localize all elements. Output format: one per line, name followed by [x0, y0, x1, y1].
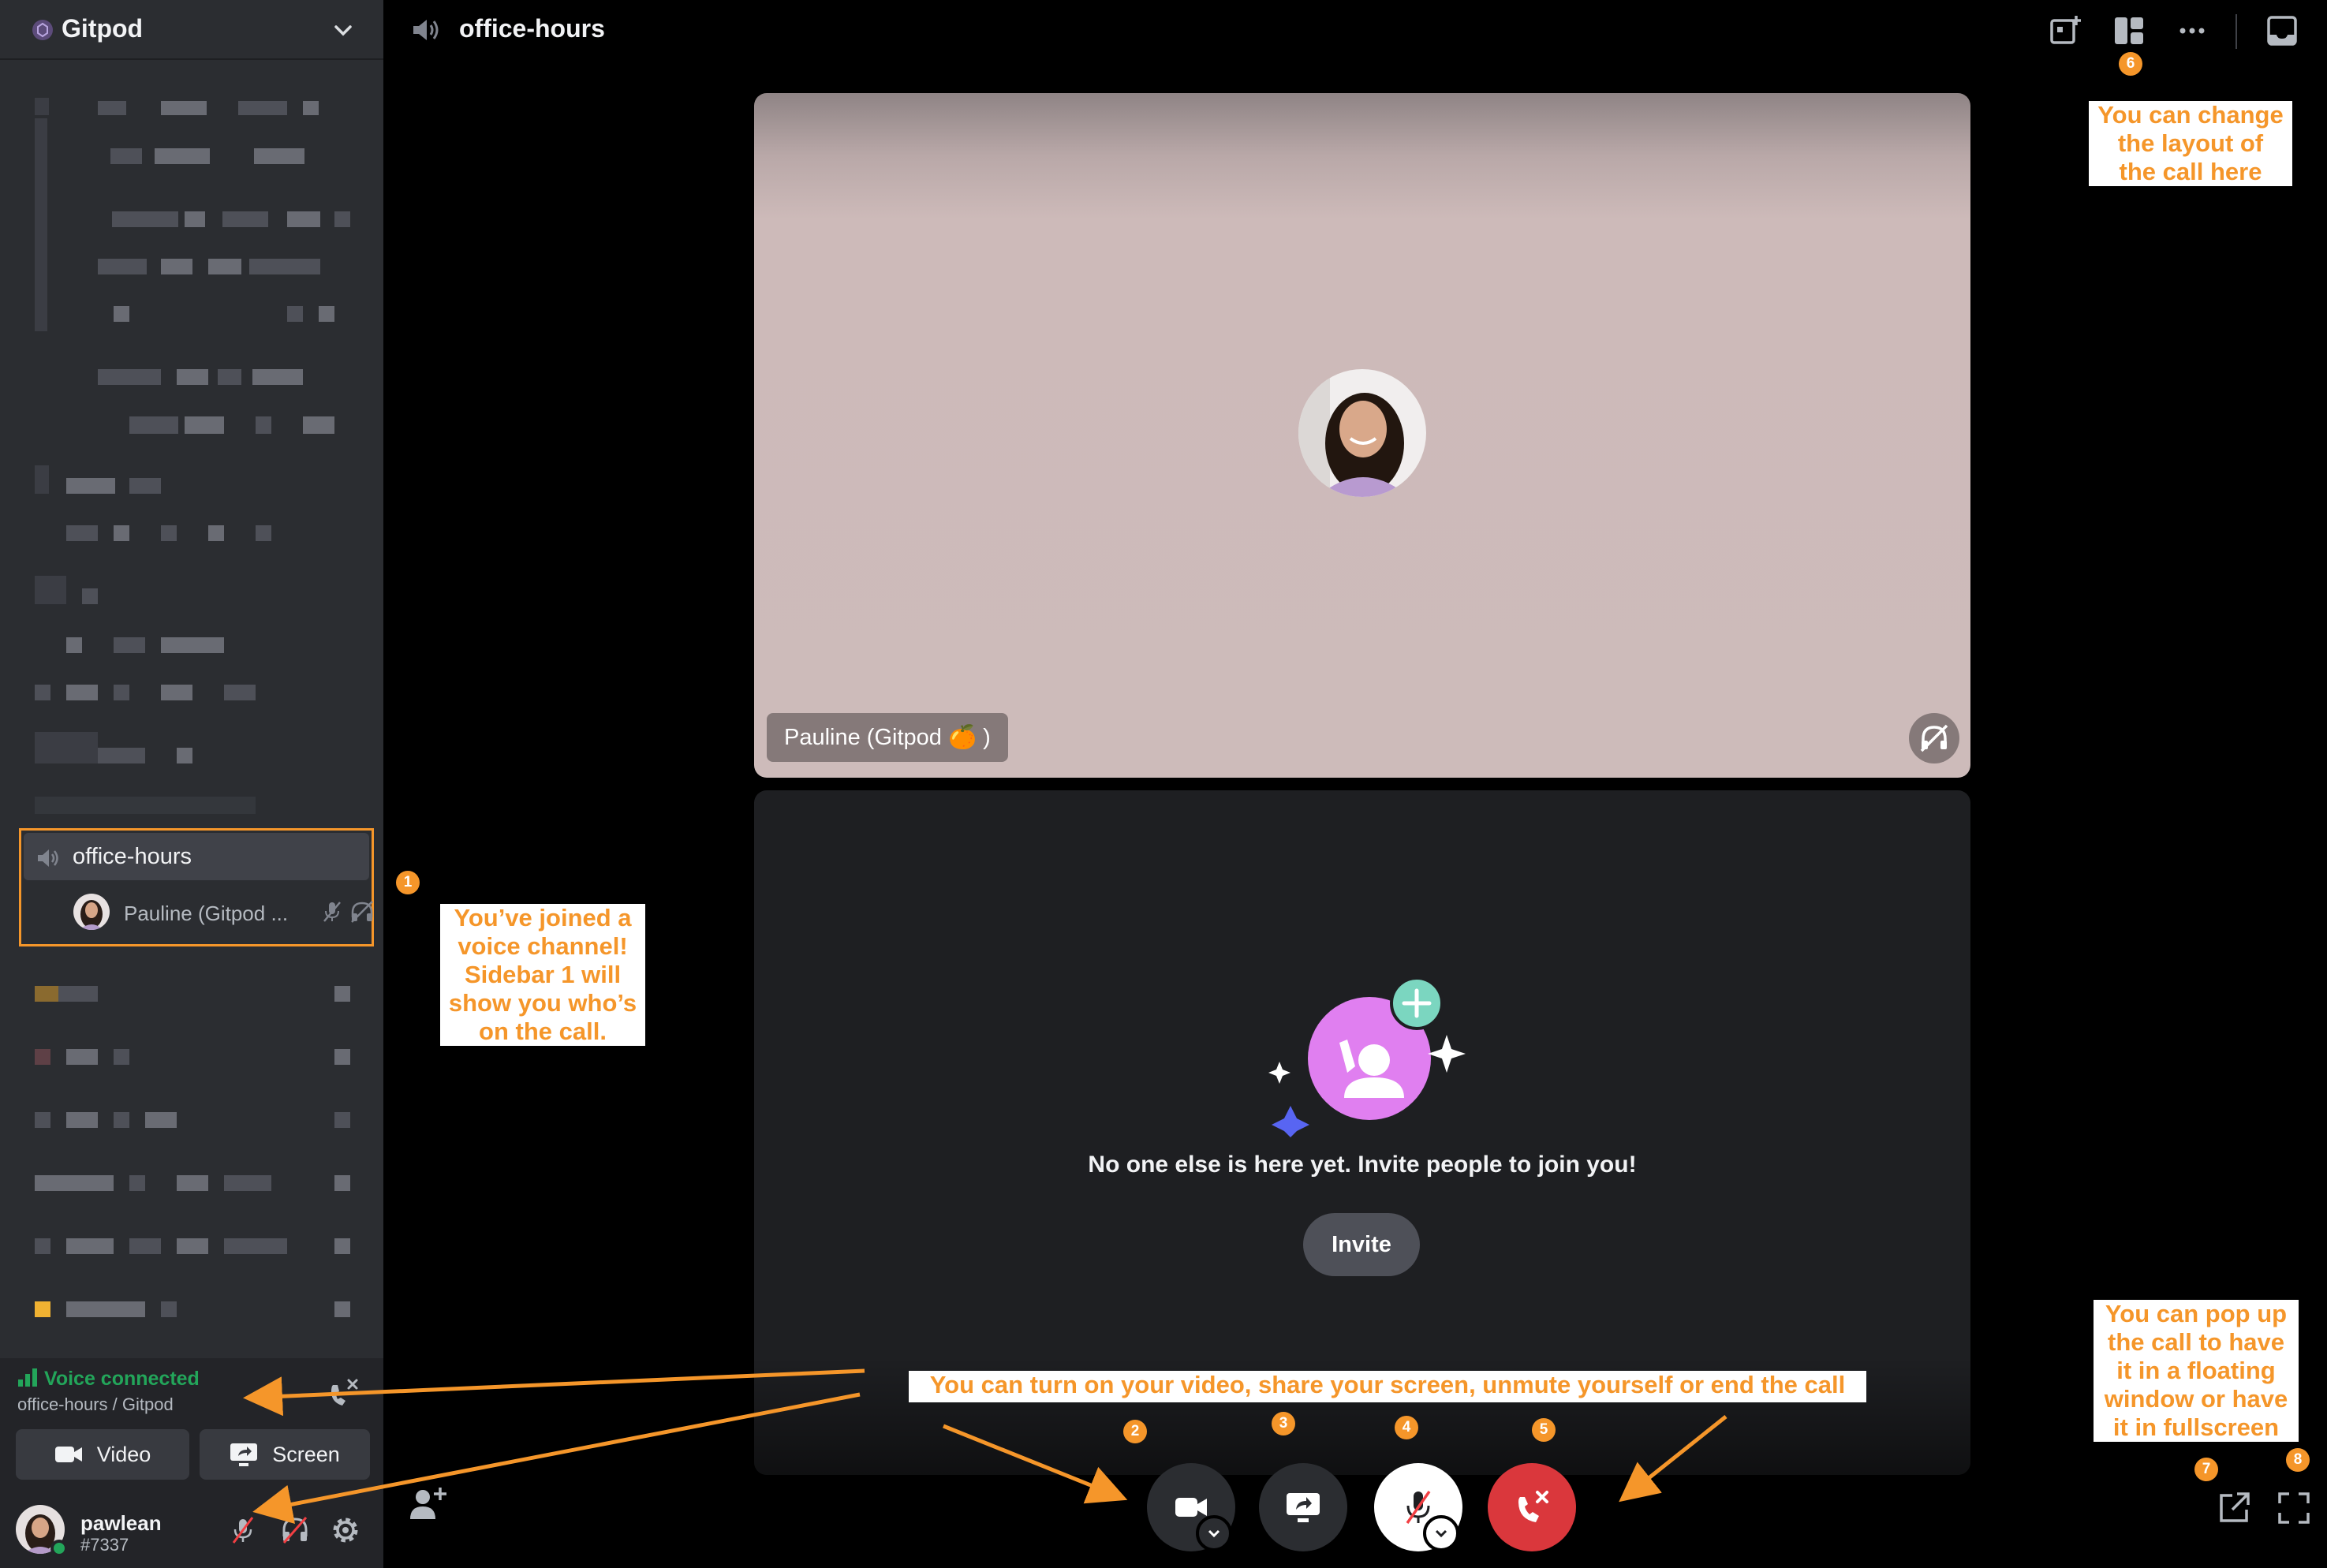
end-call-icon: [1518, 1491, 1548, 1522]
annotation-line: the call here: [2095, 158, 2286, 186]
mic-toggle-button[interactable]: [1374, 1463, 1462, 1551]
chevron-down-icon[interactable]: [331, 19, 355, 43]
gitpod-logo-icon: [32, 20, 53, 40]
mic-muted-icon[interactable]: [227, 1514, 259, 1546]
annotation-line: You can change: [2095, 101, 2286, 129]
annotation-line: Sidebar 1 will: [446, 961, 639, 989]
camera-toggle-button[interactable]: [1147, 1463, 1235, 1551]
voice-member-name: Pauline (Gitpod ...: [124, 902, 289, 925]
screen-button-label: Screen: [272, 1442, 340, 1466]
participant-tile[interactable]: Pauline (Gitpod 🍊 ): [754, 93, 1970, 778]
voice-channel-office-hours[interactable]: office-hours: [24, 833, 369, 880]
inbox-icon[interactable]: [2264, 13, 2300, 49]
server-name: Gitpod: [62, 14, 144, 43]
annotation-badge: 4: [1395, 1416, 1418, 1439]
annotation-badge: 1: [396, 871, 420, 894]
annotation-line: You’ve joined a: [446, 904, 639, 932]
invite-button[interactable]: Invite: [1303, 1213, 1420, 1276]
video-button[interactable]: Video: [16, 1429, 189, 1480]
channel-sidebar: Gitpod office-hours Pauline (Gitpod ... …: [0, 0, 383, 1568]
user-panel: pawlean #7337: [0, 1491, 383, 1568]
annotation-line: show you who’s: [446, 989, 639, 1017]
annotation-badge: 8: [2286, 1448, 2310, 1472]
channel-title: office-hours: [459, 14, 605, 43]
avatar: [73, 894, 110, 930]
screen-share-icon: [1287, 1493, 1320, 1522]
voice-channel-name: office-hours: [73, 844, 192, 869]
annotation-badge: 7: [2194, 1458, 2218, 1481]
empty-state-message: No one else is here yet. Invite people t…: [1088, 1152, 1637, 1178]
annotation-line: window or have: [2100, 1385, 2292, 1413]
annotation-badge: 6: [2119, 52, 2142, 76]
controls-annotation: You can turn on your video, share your s…: [909, 1371, 1866, 1402]
annotation-line: it in a floating: [2100, 1357, 2292, 1385]
more-icon[interactable]: [2174, 13, 2210, 49]
username: pawlean: [80, 1511, 162, 1535]
chevron-down-icon: [1208, 1529, 1220, 1538]
chevron-down-icon: [1435, 1529, 1447, 1538]
headphones-muted-icon[interactable]: [279, 1514, 311, 1546]
screen-share-toggle-button[interactable]: [1259, 1463, 1347, 1551]
headphones-muted-icon: [1909, 713, 1959, 763]
signal-bars-icon: [18, 1368, 37, 1387]
screen-share-icon: [230, 1443, 258, 1466]
disconnect-icon[interactable]: [323, 1374, 363, 1413]
grid-layout-icon[interactable]: [2111, 13, 2147, 49]
popout-annotation: You can pop up the call to have it in a …: [2094, 1300, 2299, 1442]
sidebar-annotation: You’ve joined a voice channel! Sidebar 1…: [440, 904, 645, 1046]
annotation-line: voice channel!: [446, 932, 639, 961]
speaker-icon: [38, 849, 58, 867]
annotation-badge: 3: [1272, 1412, 1295, 1435]
user-tag: #7337: [80, 1535, 129, 1555]
mic-muted-icon: [323, 902, 341, 922]
voice-channel-highlight: office-hours Pauline (Gitpod ...: [19, 828, 374, 946]
camera-icon: [54, 1447, 82, 1462]
add-activity-icon[interactable]: [2048, 13, 2084, 49]
video-button-label: Video: [96, 1442, 151, 1466]
annotation-line: You can pop up: [2100, 1300, 2292, 1328]
headphones-muted-icon: [351, 901, 373, 923]
popout-icon[interactable]: [2215, 1489, 2253, 1527]
voice-location[interactable]: office-hours / Gitpod: [17, 1394, 174, 1415]
voice-connection-panel: Voice connected office-hours / Gitpod Vi…: [0, 1358, 383, 1491]
fullscreen-icon[interactable]: [2275, 1489, 2313, 1527]
camera-icon: [1175, 1498, 1207, 1517]
voice-channel-member[interactable]: Pauline (Gitpod ...: [73, 892, 373, 933]
annotation-line: the layout of: [2095, 129, 2286, 158]
voice-status[interactable]: Voice connected: [17, 1368, 200, 1391]
toolbar-divider: [2235, 14, 2237, 49]
participant-avatar: [1298, 369, 1426, 497]
layout-annotation: You can change the layout of the call he…: [2089, 101, 2292, 186]
screen-share-button[interactable]: Screen: [200, 1429, 370, 1480]
server-header[interactable]: Gitpod: [0, 0, 383, 60]
speaker-icon: [413, 20, 439, 40]
gear-icon[interactable]: [330, 1514, 361, 1546]
voice-status-text: Voice connected: [44, 1368, 200, 1390]
annotation-line: the call to have: [2100, 1328, 2292, 1357]
annotation-badge: 5: [1532, 1418, 1556, 1442]
annotation-line: it in fullscreen: [2100, 1413, 2292, 1442]
end-call-button[interactable]: [1488, 1463, 1576, 1551]
annotation-line: on the call.: [446, 1017, 639, 1046]
add-user-icon[interactable]: [409, 1486, 448, 1522]
mic-options-chevron[interactable]: [1423, 1515, 1459, 1551]
invite-illustration: [1268, 980, 1466, 1137]
online-status-dot: [50, 1540, 68, 1557]
annotation-badge: 2: [1123, 1420, 1147, 1443]
camera-options-chevron[interactable]: [1196, 1515, 1232, 1551]
participant-name-tag: Pauline (Gitpod 🍊 ): [767, 713, 1008, 762]
